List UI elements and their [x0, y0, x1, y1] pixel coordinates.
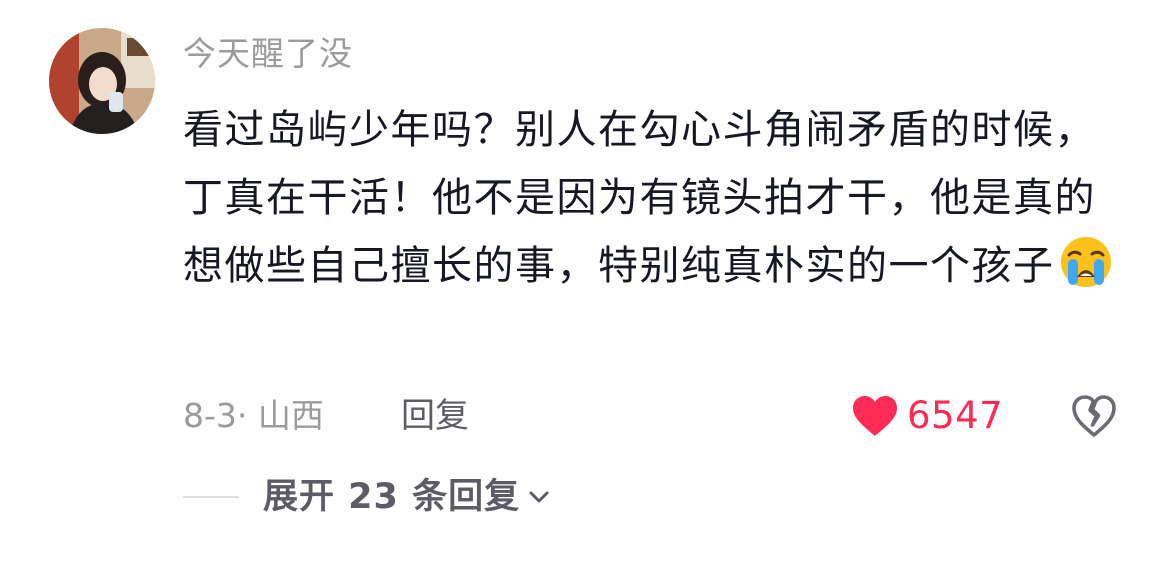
avatar-image [49, 28, 155, 134]
expand-replies-row: 展开 23 条回复 [183, 472, 603, 522]
like-button[interactable]: 6547 [851, 392, 1003, 440]
divider-line [183, 496, 239, 498]
broken-heart-icon[interactable] [1071, 394, 1117, 438]
heart-icon [853, 396, 897, 436]
user-avatar[interactable] [49, 28, 155, 134]
comment-item: 今天醒了没 看过岛屿少年吗？别人在勾心斗角闹矛盾的时候，丁真在干活！他不是因为有… [0, 0, 1170, 572]
date-location: 8-3· 山西 [183, 396, 324, 435]
chevron-down-icon [529, 491, 549, 503]
comment-text-content: 看过岛屿少年吗？别人在勾心斗角闹矛盾的时候，丁真在干活！他不是因为有镜头拍才干，… [183, 107, 1096, 289]
like-count: 6547 [907, 394, 1004, 437]
reply-button[interactable]: 回复 [401, 392, 469, 440]
comment-text: 看过岛屿少年吗？别人在勾心斗角闹矛盾的时候，丁真在干活！他不是因为有镜头拍才干，… [183, 96, 1123, 300]
expand-replies-button[interactable]: 展开 23 条回复 [263, 472, 550, 522]
username[interactable]: 今天醒了没 [183, 30, 353, 78]
loudly-crying-face-icon [1059, 235, 1113, 289]
expand-replies-label: 展开 23 条回复 [263, 477, 521, 517]
comment-meta: 8-3· 山西 回复 6547 [183, 392, 1133, 440]
